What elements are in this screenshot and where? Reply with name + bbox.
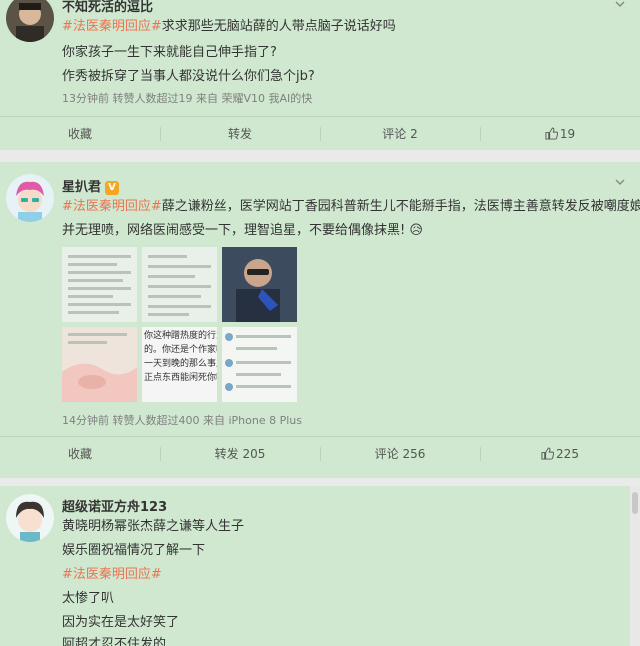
topic-tag-link[interactable]: #法医秦明回应# (62, 199, 162, 214)
verified-badge: V (105, 181, 120, 195)
post-text-line: 黄晓明杨幂张杰薛之谦等人生子 (62, 519, 245, 534)
scrollbar-thumb[interactable] (632, 492, 638, 514)
like-button[interactable]: 19 (480, 117, 640, 151)
favorite-button[interactable]: 收藏 (0, 437, 160, 471)
post-text-line: #法医秦明回应#求求那些无脑站薛的人带点脑子说话好吗 (62, 19, 396, 34)
post-text-line: #法医秦明回应# (62, 566, 162, 584)
post-text-line: 阿超才忍不住发的 (62, 637, 167, 646)
post-image-thumbnail[interactable] (62, 327, 137, 402)
like-button[interactable]: 225 (480, 437, 640, 471)
post-text-line: #法医秦明回应#薛之谦粉丝，医学网站丁香园科普新生儿不能掰手指，法医博主善意转发… (62, 199, 640, 214)
username[interactable]: 超级诺亚方舟123 (62, 496, 167, 515)
comment-button[interactable]: 评论 256 (320, 437, 480, 471)
post-text-line: 因为实在是太好笑了 (62, 615, 180, 630)
thumbs-up-icon (541, 447, 555, 460)
post-text-line: 太惨了叭 (62, 591, 115, 606)
action-bar: 收藏 转发 205 评论 256 225 (0, 436, 640, 470)
user-avatar[interactable] (6, 0, 54, 42)
like-count: 19 (559, 127, 576, 141)
post-text-line: 作秀被拆穿了当事人都没说什么你们急个jb? (62, 69, 315, 84)
chevron-down-icon[interactable] (614, 176, 626, 188)
post-card: 星扒君 V #法医秦明回应#薛之谦粉丝，医学网站丁香园科普新生儿不能掰手指，法医博… (0, 162, 640, 478)
user-avatar[interactable] (6, 494, 54, 542)
username[interactable]: 不知死活的逗比 (62, 0, 153, 15)
post-image-thumbnail[interactable] (142, 247, 217, 322)
post-image-thumbnail[interactable] (222, 327, 297, 402)
post-image-thumbnail[interactable]: 你这种蹭热度的行为真是 的。你还是个作家吗?你 一天到晚的那么事儿?你 正点东西… (142, 327, 217, 402)
user-avatar[interactable] (6, 174, 54, 222)
favorite-button[interactable]: 收藏 (0, 117, 160, 151)
thumbs-up-icon (545, 127, 558, 140)
topic-tag-link[interactable]: #法医秦明回应# (62, 567, 162, 582)
like-count: 225 (556, 447, 579, 461)
post-card: 不知死活的逗比 #法医秦明回应#求求那些无脑站薛的人带点脑子说话好吗 你家孩子一… (0, 0, 640, 150)
repost-button[interactable]: 转发 205 (160, 437, 320, 471)
topic-tag-link[interactable]: #法医秦明回应# (62, 19, 162, 34)
chevron-down-icon[interactable] (614, 0, 626, 10)
post-card: 超级诺亚方舟123 黄晓明杨幂张杰薛之谦等人生子 娱乐圈祝福情况了解一下 #法医… (0, 486, 640, 646)
username[interactable]: 星扒君 V (62, 176, 120, 195)
feed: 不知死活的逗比 #法医秦明回应#求求那些无脑站薛的人带点脑子说话好吗 你家孩子一… (0, 0, 640, 646)
post-meta: 14分钟前 转赞人数超过400 来自 iPhone 8 Plus (62, 414, 302, 427)
repost-button[interactable]: 转发 (160, 117, 320, 151)
post-meta: 13分钟前 转赞人数超过19 来自 荣耀V10 我AI的快 (62, 92, 313, 105)
post-text-line: 并无理喷，网络医闹感受一下，理智追星，不要给偶像抹黑! 😥 (62, 223, 423, 238)
action-bar: 收藏 转发 评论 2 19 (0, 116, 640, 150)
post-text-line: 娱乐圈祝福情况了解一下 (62, 543, 206, 558)
post-text-line: 你家孩子一生下来就能自己伸手指了? (62, 45, 277, 60)
comment-button[interactable]: 评论 2 (320, 117, 480, 151)
post-image-thumbnail[interactable] (62, 247, 137, 322)
post-image-thumbnail[interactable] (222, 247, 297, 322)
